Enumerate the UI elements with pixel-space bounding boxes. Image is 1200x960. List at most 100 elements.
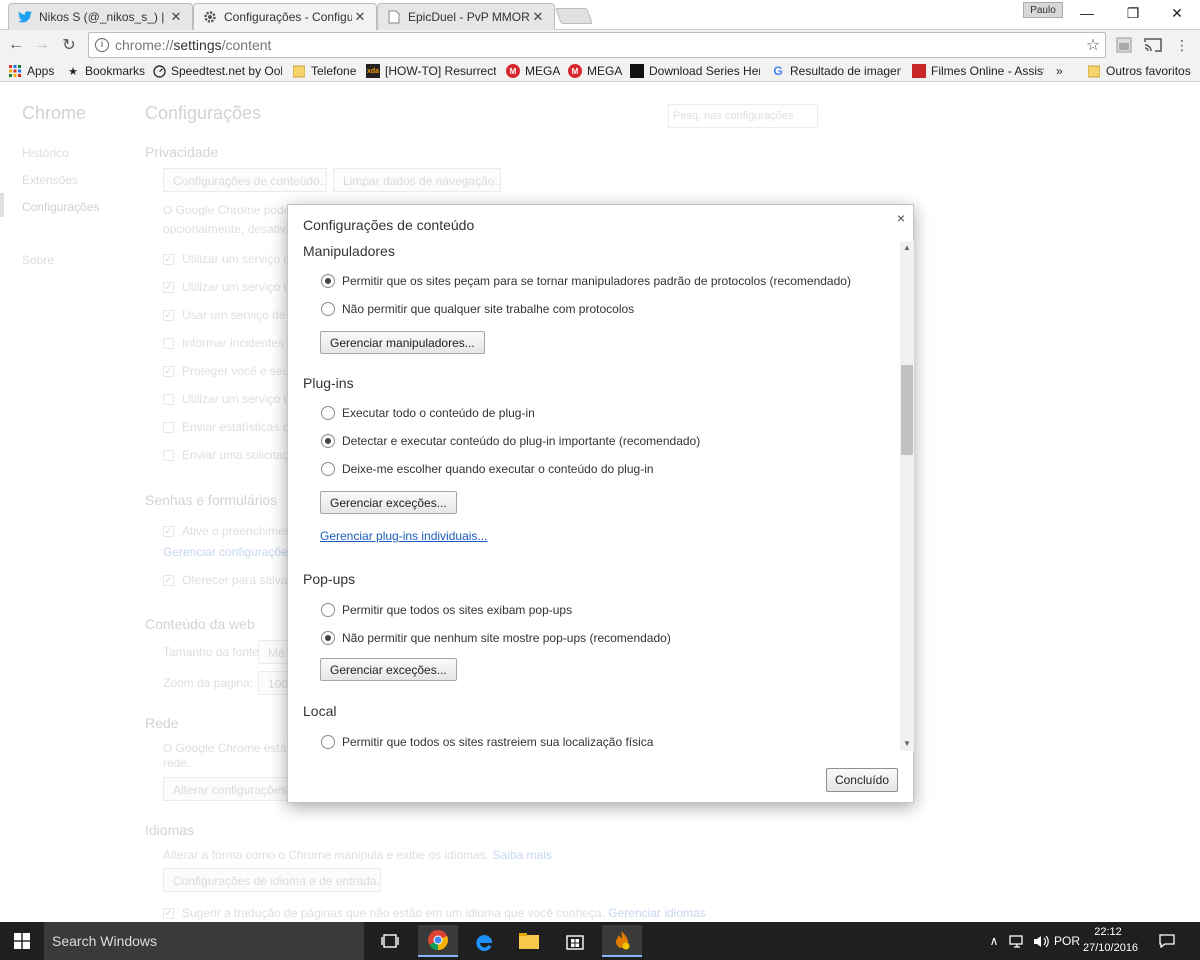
bookmark-outros-favoritos[interactable]: Outros favoritos <box>1087 62 1197 80</box>
bookmark-mega-1[interactable]: M MEGA <box>506 62 562 80</box>
scroll-down-icon[interactable]: ▼ <box>900 737 914 751</box>
tab-twitter[interactable]: Nikos S (@_nikos_s_) | Tw ✕ <box>8 3 193 30</box>
reload-icon[interactable]: ↻ <box>58 34 80 56</box>
input-language[interactable]: POR <box>1053 922 1081 960</box>
bookmark-download-series[interactable]: Download Series Here <box>630 62 760 80</box>
popups-block-radio[interactable]: Não permitir que nenhum site mostre pop-… <box>321 631 671 645</box>
tab-close-icon[interactable]: ✕ <box>530 9 546 25</box>
folder-icon <box>1087 64 1101 78</box>
scroll-up-icon[interactable]: ▲ <box>900 241 914 255</box>
address-bar[interactable]: i chrome://settings/content ☆ <box>88 32 1106 58</box>
radio-icon <box>321 462 335 476</box>
radio-icon <box>321 735 335 749</box>
popups-allow-radio[interactable]: Permitir que todos os sites exibam pop-u… <box>321 603 572 617</box>
network-icon[interactable] <box>1006 922 1028 960</box>
handlers-block-radio[interactable]: Não permitir que qualquer site trabalhe … <box>321 302 634 316</box>
popups-exceptions-button[interactable]: Gerenciar exceções... <box>320 658 457 681</box>
taskbar-clock[interactable]: 22:12 27/10/2016 <box>1083 924 1138 956</box>
menu-icon[interactable]: ⋮ <box>1173 36 1191 54</box>
tab-close-icon[interactable]: ✕ <box>168 9 184 25</box>
tab-title: Nikos S (@_nikos_s_) | Tw <box>39 10 168 24</box>
toolbar: ← → ↻ i chrome://settings/content ☆ ⋮ <box>0 30 1200 60</box>
location-heading: Local <box>303 703 337 719</box>
tab-settings[interactable]: Configurações - Configur ✕ <box>193 3 377 30</box>
handlers-allow-radio[interactable]: Permitir que os sites peçam para se torn… <box>321 274 851 288</box>
new-tab-button[interactable] <box>555 8 593 24</box>
manage-plugins-link[interactable]: Gerenciar plug-ins individuais... <box>320 529 487 543</box>
minimize-button[interactable]: — <box>1064 0 1110 26</box>
bookmark-mega-2[interactable]: M MEGA <box>568 62 624 80</box>
gear-icon <box>202 9 218 25</box>
tab-title: EpicDuel - PvP MMORPG <box>408 10 530 24</box>
tab-epicduel[interactable]: EpicDuel - PvP MMORPG ✕ <box>377 3 555 30</box>
chrome-icon[interactable] <box>418 925 458 957</box>
radio-icon <box>321 603 335 617</box>
close-icon[interactable]: × <box>893 210 909 226</box>
task-view-icon[interactable] <box>370 925 410 957</box>
plugins-exceptions-button[interactable]: Gerenciar exceções... <box>320 491 457 514</box>
download-series-icon <box>630 64 644 78</box>
content-settings-dialog: Configurações de conteúdo × Manipuladore… <box>287 204 914 803</box>
bookmark-star-icon[interactable]: ☆ <box>1081 35 1105 55</box>
plugins-detect-radio[interactable]: Detectar e executar conteúdo do plug-in … <box>321 434 700 448</box>
forward-arrow-icon[interactable]: → <box>31 34 53 56</box>
clock-time: 22:12 <box>1094 926 1122 938</box>
profile-button[interactable]: Paulo <box>1023 2 1063 18</box>
close-window-button[interactable]: ✕ <box>1154 0 1200 26</box>
radio-icon <box>321 406 335 420</box>
volume-icon[interactable] <box>1030 922 1052 960</box>
edge-icon[interactable] <box>464 925 504 957</box>
radio-selected-icon <box>321 274 335 288</box>
cast-icon[interactable] <box>1144 36 1162 54</box>
bookmark-google-images[interactable]: G Resultado de imagem <box>771 62 901 80</box>
plugins-ask-radio[interactable]: Deixe-me escolher quando executar o cont… <box>321 462 654 476</box>
bookmark-apps[interactable]: Apps <box>8 62 60 80</box>
radio-selected-icon <box>321 631 335 645</box>
extension-icon[interactable] <box>1115 36 1133 54</box>
xda-icon: xda <box>366 64 380 78</box>
action-center-icon[interactable] <box>1155 922 1179 960</box>
filmes-icon <box>912 64 926 78</box>
dialog-title: Configurações de conteúdo <box>303 217 475 233</box>
radio-selected-icon <box>321 434 335 448</box>
app-flame-icon[interactable] <box>602 925 642 957</box>
info-icon[interactable]: i <box>95 38 109 52</box>
tab-strip: Nikos S (@_nikos_s_) | Tw ✕ Configuraçõe… <box>0 0 1200 30</box>
manage-handlers-button[interactable]: Gerenciar manipuladores... <box>320 331 485 354</box>
radio-icon <box>321 302 335 316</box>
bookmark-bookmarks[interactable]: ★ Bookmarks <box>66 62 146 80</box>
dialog-scrollbar[interactable]: ▲ ▼ <box>900 241 914 751</box>
bookmark-telefone[interactable]: Telefone <box>292 62 358 80</box>
mega-icon: M <box>506 64 520 78</box>
scrollbar-thumb[interactable] <box>901 365 913 455</box>
tray-chevron-icon[interactable]: ∧ <box>984 922 1004 960</box>
bookmarks-overflow-button[interactable]: » <box>1056 62 1072 80</box>
google-icon: G <box>773 64 783 78</box>
twitter-icon <box>17 9 33 25</box>
store-icon[interactable] <box>555 925 595 957</box>
address-url[interactable]: chrome://settings/content <box>115 37 1081 53</box>
bookmarks-bar: Apps ★ Bookmarks Speedtest.net by Ook Te… <box>0 60 1200 82</box>
tab-close-icon[interactable]: ✕ <box>352 9 368 25</box>
star-icon: ★ <box>68 65 78 78</box>
bookmark-howto[interactable]: xda [HOW-TO] Resurrectir <box>366 62 496 80</box>
folder-icon <box>292 64 306 78</box>
apps-grid-icon <box>8 64 22 78</box>
plugins-run-all-radio[interactable]: Executar todo o conteúdo de plug-in <box>321 406 535 420</box>
windows-search-box[interactable]: Search Windows <box>44 922 364 960</box>
location-allow-radio[interactable]: Permitir que todos os sites rastreiem su… <box>321 735 653 749</box>
back-arrow-icon[interactable]: ← <box>5 34 27 56</box>
bookmark-speedtest[interactable]: Speedtest.net by Ook <box>152 62 282 80</box>
maximize-button[interactable]: ❐ <box>1110 0 1156 26</box>
done-button[interactable]: Concluído <box>826 768 898 792</box>
handlers-heading: Manipuladores <box>303 243 395 259</box>
mega-icon: M <box>568 64 582 78</box>
bookmark-filmes[interactable]: Filmes Online - Assist <box>912 62 1044 80</box>
plugins-heading: Plug-ins <box>303 375 354 391</box>
file-explorer-icon[interactable] <box>509 925 549 957</box>
dialog-scroll-area[interactable]: Manipuladores Permitir que os sites peça… <box>288 241 900 751</box>
windows-start-icon[interactable] <box>0 922 44 960</box>
windows-taskbar: Search Windows ∧ POR 22:12 27/10/2016 <box>0 922 1200 960</box>
popups-heading: Pop-ups <box>303 571 356 587</box>
speedtest-icon <box>152 64 166 78</box>
